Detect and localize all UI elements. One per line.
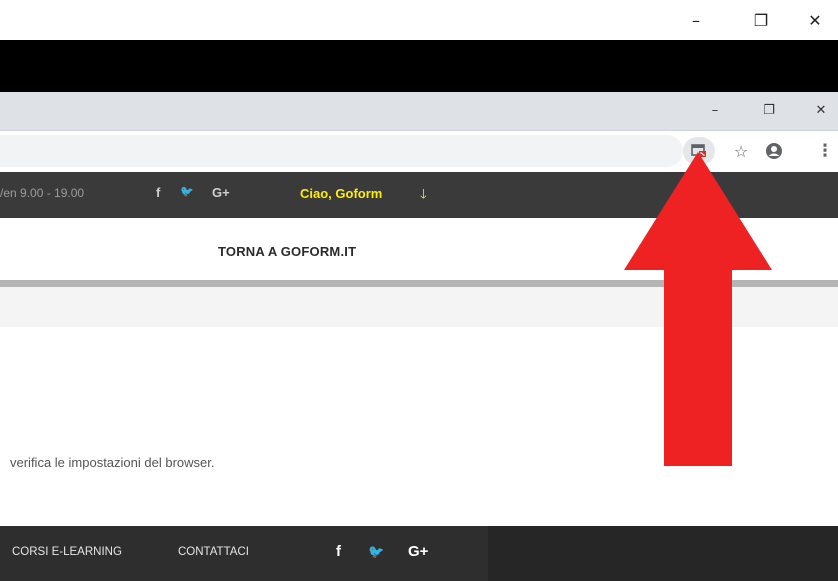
minimize-icon: – — [711, 102, 719, 118]
close-icon: ✕ — [815, 102, 827, 118]
more-menu-icon: ⋮ — [816, 141, 834, 161]
footer-facebook-icon[interactable]: f — [336, 543, 341, 560]
outer-restore-button[interactable]: ❐ — [746, 8, 776, 32]
back-to-goform-link[interactable]: TORNA A GOFORM.IT — [218, 244, 356, 259]
restore-icon: ❐ — [753, 10, 769, 30]
minimize-icon: – — [692, 10, 700, 30]
browser-settings-message: verifica le impostazioni del browser. — [10, 455, 215, 470]
restore-icon: ❐ — [763, 102, 775, 118]
outer-window-titlebar — [0, 0, 838, 40]
footer-right-panel — [488, 526, 838, 581]
footer-link-contact[interactable]: CONTATTACI — [178, 546, 249, 558]
footer-googleplus-icon[interactable]: G+ — [408, 543, 428, 560]
outer-minimize-button[interactable]: – — [681, 8, 711, 32]
browser-restore-button[interactable]: ❐ — [754, 98, 784, 122]
footer-link-elearning[interactable]: CORSI E-LEARNING — [12, 546, 122, 558]
more-menu-button[interactable]: ⋮ — [811, 137, 838, 165]
twitter-icon[interactable]: 🐦 — [180, 185, 194, 198]
address-bar[interactable] — [0, 135, 683, 167]
user-greeting[interactable]: Ciao, Goform — [300, 186, 382, 201]
red-arrow-annotation — [624, 152, 772, 466]
arrow-down-icon[interactable]: 🡓 — [420, 185, 427, 207]
footer-twitter-icon[interactable]: 🐦 — [368, 545, 384, 560]
close-icon: ✕ — [808, 10, 822, 30]
black-band — [0, 40, 838, 92]
opening-hours: /en 9.00 - 19.00 — [0, 186, 85, 200]
facebook-icon[interactable]: f — [156, 185, 160, 200]
googleplus-icon[interactable]: G+ — [212, 185, 230, 200]
outer-close-button[interactable]: ✕ — [800, 8, 830, 32]
browser-minimize-button[interactable]: – — [700, 98, 730, 122]
browser-close-button[interactable]: ✕ — [806, 98, 836, 122]
